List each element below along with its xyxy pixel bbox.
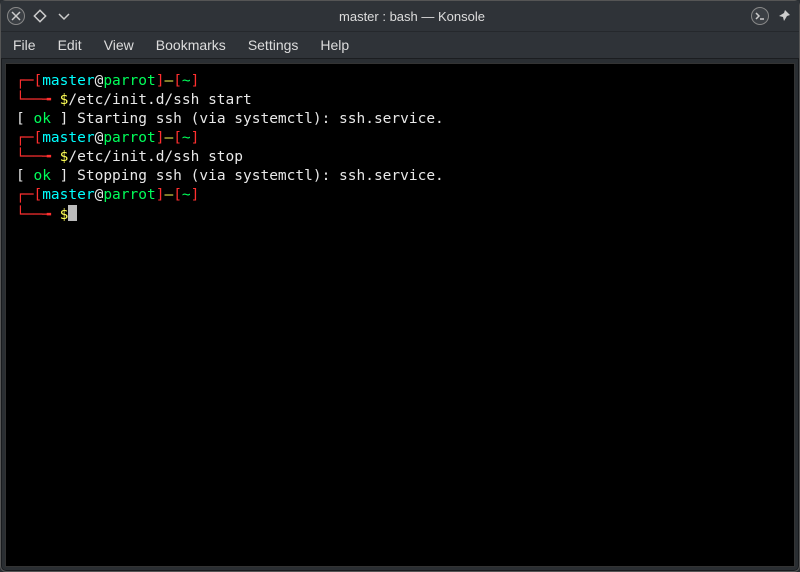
prompt-tilde: ~: [182, 73, 191, 89]
prompt-host: parrot: [103, 130, 155, 146]
prompt-corner2: └──╼: [16, 149, 60, 165]
ok-close: ]: [51, 111, 77, 127]
command-2: /etc/init.d/ssh stop: [68, 149, 243, 165]
window-title: master : bash — Konsole: [79, 9, 745, 24]
prompt-dash: —: [164, 73, 173, 89]
menu-settings[interactable]: Settings: [248, 37, 299, 53]
titlebar-left: [7, 7, 73, 25]
status-line-2: Stopping ssh (via systemctl): ssh.servic…: [77, 168, 444, 184]
prompt-corner: ┌─: [16, 130, 33, 146]
prompt-dollar: $: [60, 207, 69, 223]
ok-open: [: [16, 111, 33, 127]
menu-edit[interactable]: Edit: [58, 37, 82, 53]
prompt-lbr2: [: [173, 187, 182, 203]
terminal-icon[interactable]: [751, 7, 769, 25]
menu-bookmarks[interactable]: Bookmarks: [156, 37, 226, 53]
prompt-corner2: └──╼: [16, 207, 60, 223]
prompt-tilde: ~: [182, 130, 191, 146]
menu-help[interactable]: Help: [320, 37, 349, 53]
prompt-lbr2: [: [173, 130, 182, 146]
prompt-tilde: ~: [182, 187, 191, 203]
titlebar-right: [751, 7, 793, 25]
prompt-rbr2: ]: [191, 73, 200, 89]
titlebar: master : bash — Konsole: [1, 1, 799, 31]
prompt-corner2: └──╼: [16, 92, 60, 108]
command-1: /etc/init.d/ssh start: [68, 92, 251, 108]
ok-text: ok: [33, 111, 50, 127]
cursor: [68, 205, 77, 221]
prompt-dash: —: [164, 187, 173, 203]
prompt-lbr: [: [33, 73, 42, 89]
prompt-host: parrot: [103, 73, 155, 89]
maximize-icon[interactable]: [31, 7, 49, 25]
prompt-host: parrot: [103, 187, 155, 203]
prompt-corner: ┌─: [16, 73, 33, 89]
prompt-lbr: [: [33, 187, 42, 203]
menu-file[interactable]: File: [13, 37, 36, 53]
pin-icon[interactable]: [775, 7, 793, 25]
konsole-window: master : bash — Konsole File Edit View B…: [0, 0, 800, 572]
close-icon[interactable]: [7, 7, 25, 25]
prompt-user: master: [42, 187, 94, 203]
minimize-icon[interactable]: [55, 7, 73, 25]
prompt-lbr2: [: [173, 73, 182, 89]
terminal-area[interactable]: ┌─[master@parrot]—[~] └──╼ $/etc/init.d/…: [5, 63, 795, 567]
prompt-user: master: [42, 73, 94, 89]
prompt-dash: —: [164, 130, 173, 146]
menubar: File Edit View Bookmarks Settings Help: [1, 31, 799, 59]
prompt-lbr: [: [33, 130, 42, 146]
ok-close: ]: [51, 168, 77, 184]
status-line-1: Starting ssh (via systemctl): ssh.servic…: [77, 111, 444, 127]
prompt-user: master: [42, 130, 94, 146]
prompt-rbr2: ]: [191, 130, 200, 146]
menu-view[interactable]: View: [104, 37, 134, 53]
prompt-corner: ┌─: [16, 187, 33, 203]
prompt-rbr2: ]: [191, 187, 200, 203]
ok-open: [: [16, 168, 33, 184]
ok-text: ok: [33, 168, 50, 184]
